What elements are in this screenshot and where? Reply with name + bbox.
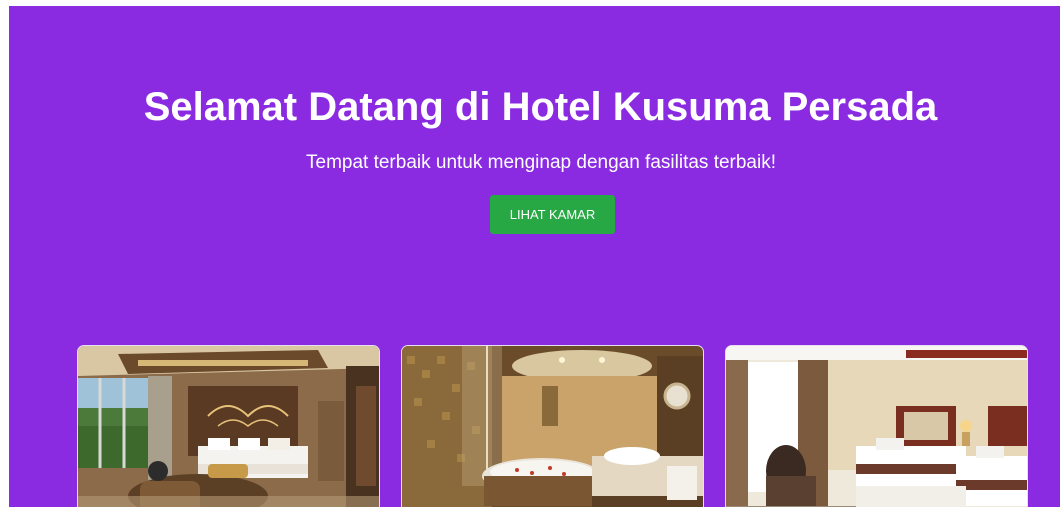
room-image-bathroom xyxy=(402,346,703,507)
room-image-twin-bedroom xyxy=(726,346,1027,507)
hero-subtitle: Tempat terbaik untuk menginap dengan fas… xyxy=(306,152,776,173)
room-card[interactable] xyxy=(401,345,704,507)
room-image-suite-bedroom xyxy=(78,346,379,507)
room-card[interactable] xyxy=(725,345,1028,507)
view-rooms-button[interactable]: LIHAT KAMAR xyxy=(490,195,615,234)
room-card[interactable] xyxy=(77,345,380,507)
hero-banner: Selamat Datang di Hotel Kusuma Persada T… xyxy=(9,6,1060,507)
hero-title: Selamat Datang di Hotel Kusuma Persada xyxy=(143,85,938,129)
